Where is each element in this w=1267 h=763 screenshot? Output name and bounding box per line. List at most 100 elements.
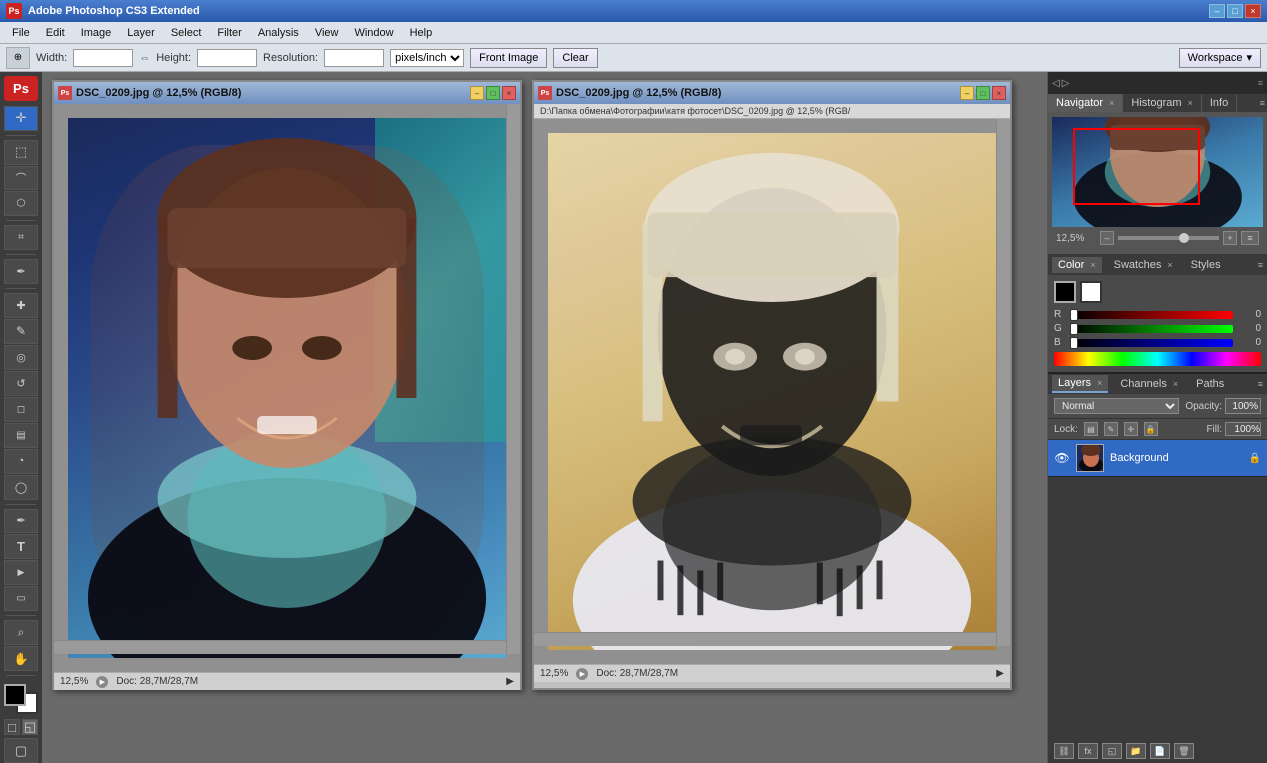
- menu-layer[interactable]: Layer: [119, 25, 163, 41]
- doc1-scrollbar-h[interactable]: [54, 640, 506, 654]
- panel-arrow-left[interactable]: ◁: [1052, 78, 1060, 89]
- screen-mode[interactable]: ▢: [4, 738, 38, 763]
- doc2-titlebar[interactable]: Ps DSC_0209.jpg @ 12,5% (RGB/8) – □ ×: [534, 82, 1010, 104]
- tab-paths[interactable]: Paths: [1190, 376, 1230, 392]
- quick-mask-mode[interactable]: ◱: [22, 719, 38, 735]
- color-foreground-swatch[interactable]: [1054, 281, 1076, 303]
- doc2-maximize[interactable]: □: [976, 86, 990, 100]
- delete-layer-btn[interactable]: 🗑: [1174, 743, 1194, 759]
- add-mask-btn[interactable]: ◱: [1102, 743, 1122, 759]
- panel-collapse-buttons[interactable]: ◁ ▷: [1052, 78, 1069, 89]
- tab-swatches[interactable]: Swatches ×: [1108, 257, 1179, 273]
- zoom-options-btn[interactable]: ≡: [1241, 231, 1259, 245]
- tab-color[interactable]: Color ×: [1052, 257, 1102, 273]
- menu-select[interactable]: Select: [163, 25, 210, 41]
- clear-button[interactable]: Clear: [553, 48, 597, 68]
- link-layers-btn[interactable]: ⛓: [1054, 743, 1074, 759]
- height-input[interactable]: [197, 49, 257, 67]
- window-controls[interactable]: – □ ×: [1209, 4, 1261, 18]
- red-slider-thumb[interactable]: [1070, 309, 1078, 321]
- zoom-slider-thumb[interactable]: [1179, 233, 1189, 243]
- lock-pixels-btn[interactable]: ✎: [1104, 422, 1118, 436]
- brush-tool[interactable]: ✎: [4, 319, 38, 344]
- color-spectrum[interactable]: [1054, 352, 1261, 366]
- quick-select-tool[interactable]: ⬡: [4, 191, 38, 216]
- opacity-input[interactable]: 100%: [1225, 398, 1261, 414]
- lock-position-btn[interactable]: ✛: [1124, 422, 1138, 436]
- color-tab-close[interactable]: ×: [1090, 260, 1095, 270]
- channels-tab-close[interactable]: ×: [1173, 379, 1178, 389]
- menu-filter[interactable]: Filter: [209, 25, 249, 41]
- workspace-button[interactable]: Workspace ▾: [1179, 48, 1261, 68]
- menu-image[interactable]: Image: [73, 25, 120, 41]
- doc2-close[interactable]: ×: [992, 86, 1006, 100]
- blue-slider-thumb[interactable]: [1070, 337, 1078, 349]
- menu-file[interactable]: File: [4, 25, 38, 41]
- pen-tool[interactable]: ✒: [4, 509, 38, 534]
- fill-input[interactable]: [1225, 422, 1261, 436]
- lock-all-btn[interactable]: 🔒: [1144, 422, 1158, 436]
- panel-arrow-right[interactable]: ▷: [1062, 78, 1070, 89]
- navigator-viewport-rect[interactable]: [1073, 128, 1200, 205]
- history-tool[interactable]: ↺: [4, 371, 38, 396]
- shape-tool[interactable]: ▭: [4, 586, 38, 611]
- color-panel-options[interactable]: ≡: [1258, 260, 1263, 270]
- tab-styles[interactable]: Styles: [1185, 257, 1227, 273]
- add-style-btn[interactable]: fx: [1078, 743, 1098, 759]
- green-slider-thumb[interactable]: [1070, 323, 1078, 335]
- hand-tool[interactable]: ✋: [4, 646, 38, 671]
- doc1-minimize[interactable]: –: [470, 86, 484, 100]
- panel-options-icon[interactable]: ≡: [1258, 78, 1263, 88]
- lasso-tool[interactable]: ⌒: [4, 166, 38, 191]
- doc1-scrollbar-v[interactable]: [506, 104, 520, 654]
- layer-visibility-toggle[interactable]: 👁: [1054, 450, 1070, 466]
- layers-panel-options[interactable]: ≡: [1258, 379, 1263, 389]
- maximize-button[interactable]: □: [1227, 4, 1243, 18]
- eyedropper-tool[interactable]: ✒: [4, 259, 38, 284]
- text-tool[interactable]: T: [4, 534, 38, 559]
- tool-preset-icon[interactable]: ⊕: [6, 47, 30, 69]
- tab-navigator[interactable]: Navigator ×: [1048, 94, 1123, 112]
- color-background-swatch[interactable]: [1080, 281, 1102, 303]
- width-input[interactable]: [73, 49, 133, 67]
- tab-info[interactable]: Info: [1202, 94, 1237, 112]
- zoom-in-btn[interactable]: +: [1223, 231, 1237, 245]
- doc2-window-controls[interactable]: – □ ×: [960, 86, 1006, 100]
- front-image-button[interactable]: Front Image: [470, 48, 547, 68]
- standard-mode[interactable]: □: [4, 719, 20, 735]
- doc1-maximize[interactable]: □: [486, 86, 500, 100]
- menu-edit[interactable]: Edit: [38, 25, 73, 41]
- doc2-minimize[interactable]: –: [960, 86, 974, 100]
- doc2-scrollbar-h[interactable]: [534, 632, 996, 646]
- blue-slider[interactable]: [1070, 339, 1233, 347]
- clone-tool[interactable]: ◎: [4, 345, 38, 370]
- color-swatches[interactable]: [4, 684, 38, 714]
- tab-channels[interactable]: Channels ×: [1114, 376, 1184, 392]
- blend-mode-select[interactable]: Normal Multiply Screen: [1054, 398, 1179, 414]
- new-group-btn[interactable]: 📁: [1126, 743, 1146, 759]
- foreground-color[interactable]: [4, 684, 26, 706]
- red-slider[interactable]: [1070, 311, 1233, 319]
- new-layer-btn[interactable]: 📄: [1150, 743, 1170, 759]
- layers-tab-close[interactable]: ×: [1097, 378, 1102, 388]
- swatches-tab-close[interactable]: ×: [1167, 260, 1172, 270]
- doc2-arrow-right[interactable]: ▶: [996, 668, 1004, 679]
- zoom-slider[interactable]: [1118, 236, 1219, 240]
- doc1-close[interactable]: ×: [502, 86, 516, 100]
- tab-layers[interactable]: Layers ×: [1052, 375, 1108, 393]
- healing-tool[interactable]: ✚: [4, 293, 38, 318]
- resolution-unit-select[interactable]: pixels/inch pixels/cm: [390, 49, 464, 67]
- histogram-tab-close[interactable]: ×: [1188, 98, 1193, 108]
- selection-tool[interactable]: ⬚: [4, 140, 38, 165]
- path-select-tool[interactable]: ▶: [4, 560, 38, 585]
- close-button[interactable]: ×: [1245, 4, 1261, 18]
- menu-help[interactable]: Help: [402, 25, 441, 41]
- layer-background-row[interactable]: 👁 Background 🔒: [1048, 440, 1267, 476]
- zoom-tool[interactable]: ⌕: [4, 620, 38, 645]
- eraser-tool[interactable]: ◻: [4, 397, 38, 422]
- menu-view[interactable]: View: [307, 25, 347, 41]
- doc1-titlebar[interactable]: Ps DSC_0209.jpg @ 12,5% (RGB/8) – □ ×: [54, 82, 520, 104]
- gradient-tool[interactable]: ▤: [4, 423, 38, 448]
- resolution-input[interactable]: [324, 49, 384, 67]
- doc1-window-controls[interactable]: – □ ×: [470, 86, 516, 100]
